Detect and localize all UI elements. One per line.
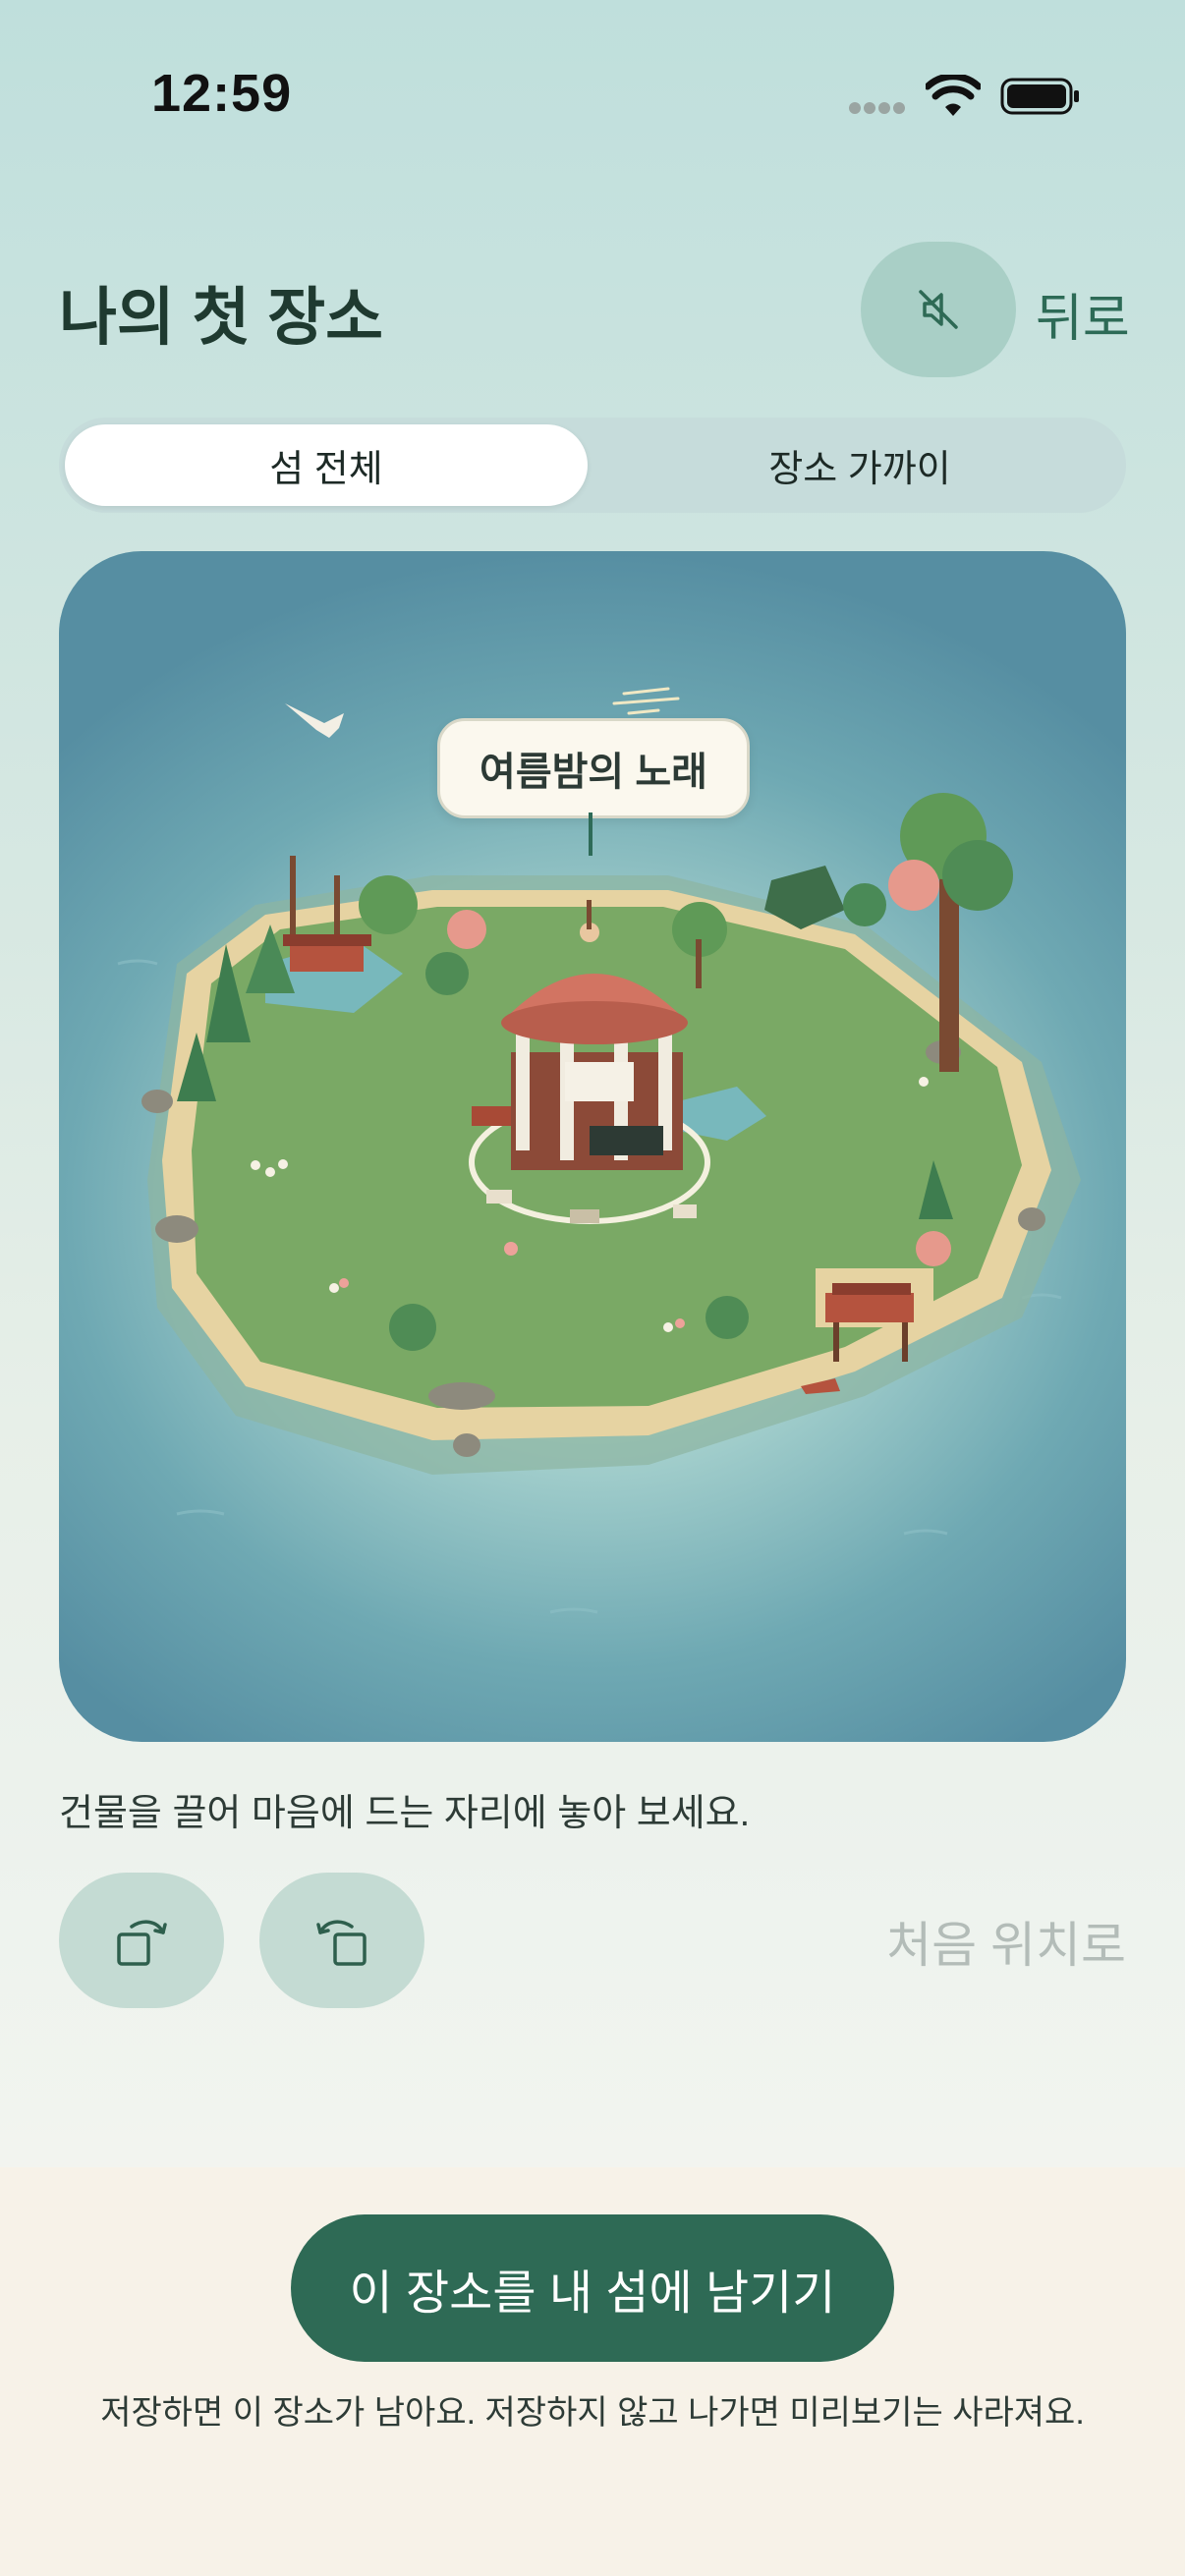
rotate-right-icon: [316, 1920, 367, 1966]
page-title: 나의 첫 장소: [59, 282, 383, 353]
place-label-pointer: [589, 812, 592, 856]
rotate-left-icon: [117, 1920, 167, 1966]
bottom-panel: 이 장소를 내 섬에 남기기 저장하면 이 장소가 남아요. 저장하지 않고 나…: [0, 2167, 1185, 2576]
save-note: 저장하면 이 장소가 남아요. 저장하지 않고 나가면 미리보기는 사라져요.: [100, 2394, 1085, 2432]
battery-icon: [1000, 78, 1079, 115]
signal-dots-icon: [849, 102, 906, 116]
mute-button[interactable]: [861, 242, 1016, 377]
speaker-muted-icon: [919, 290, 958, 329]
view-segmented-control: 섬 전체 장소 가까이: [59, 418, 1126, 513]
back-button[interactable]: 뒤로: [1036, 277, 1130, 351]
place-label[interactable]: 여름밤의 노래: [437, 718, 750, 818]
save-place-button[interactable]: 이 장소를 내 섬에 남기기: [291, 2214, 894, 2362]
rotate-left-button[interactable]: [59, 1873, 224, 2008]
wifi-icon: [926, 75, 981, 116]
tab-close-up[interactable]: 장소 가까이: [599, 424, 1120, 506]
reset-position-button[interactable]: 처음 위치로: [886, 1906, 1126, 1977]
rotate-right-button[interactable]: [259, 1873, 424, 2008]
drag-hint-text: 건물을 끌어 마음에 드는 자리에 놓아 보세요.: [59, 1793, 751, 1834]
status-time: 12:59: [151, 64, 293, 123]
tab-whole-island[interactable]: 섬 전체: [65, 424, 588, 506]
island-scene[interactable]: 여름밤의 노래: [59, 551, 1126, 1742]
status-bar: 12:59: [0, 0, 1185, 196]
